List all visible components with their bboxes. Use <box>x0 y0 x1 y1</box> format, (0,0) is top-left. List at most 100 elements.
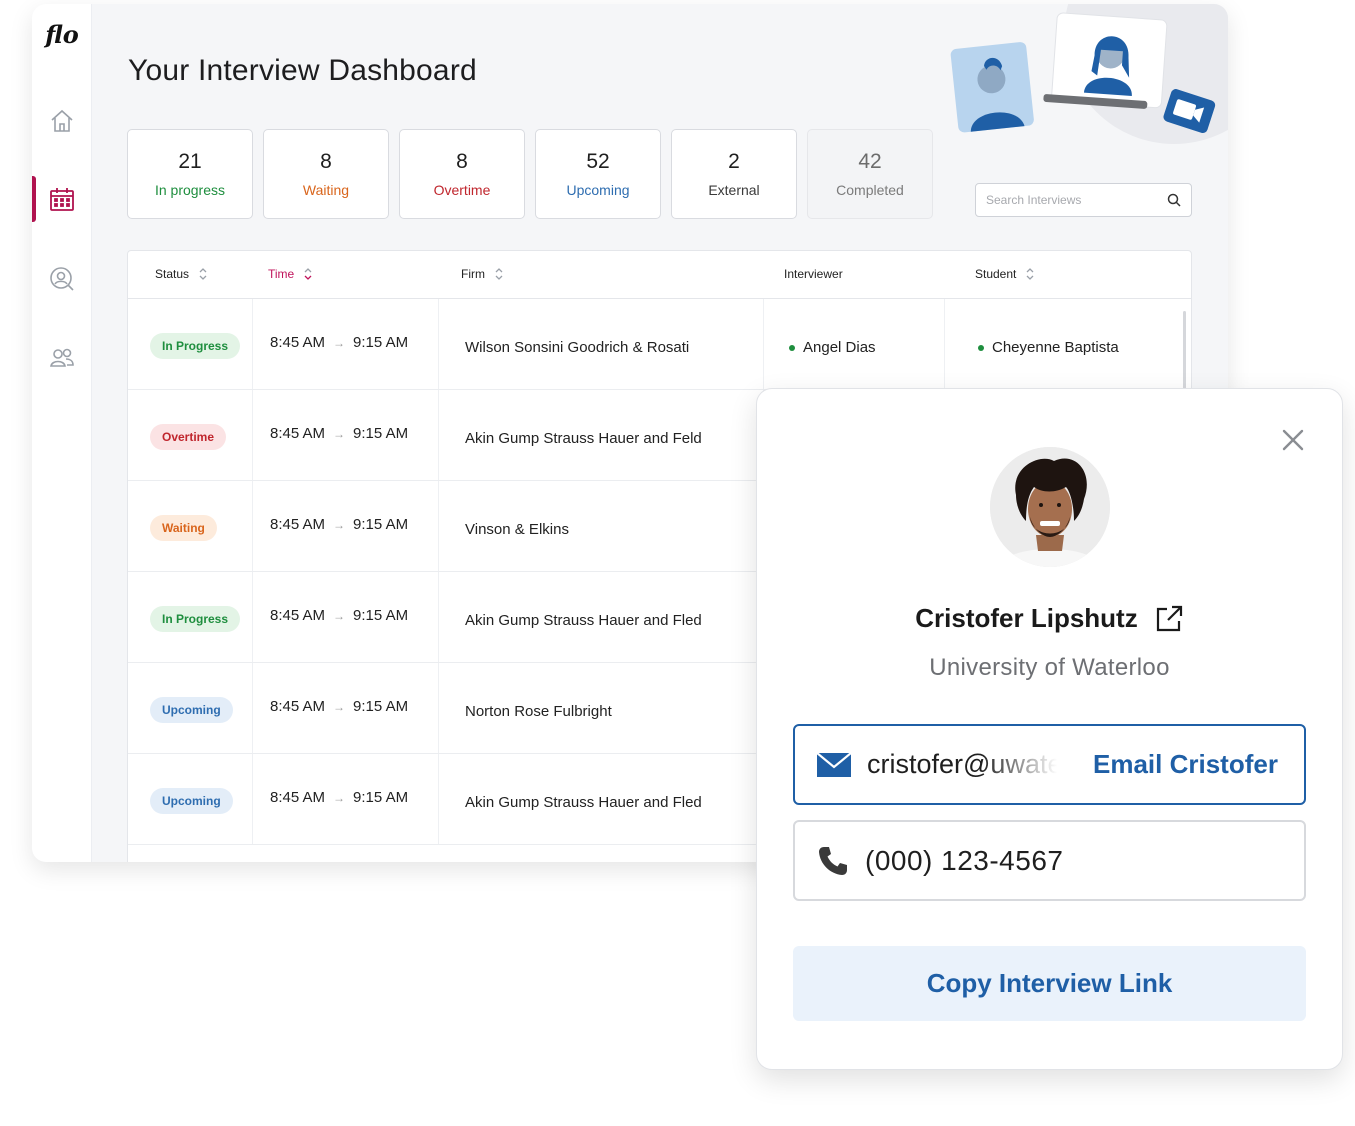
student-profile-card: Cristofer Lipshutz University of Waterlo… <box>756 388 1343 1070</box>
stat-card-overtime[interactable]: 8 Overtime <box>399 129 525 219</box>
video-call-illustration <box>950 4 1228 144</box>
sidebar-item-calendar[interactable] <box>32 176 92 222</box>
stat-count: 2 <box>728 150 740 173</box>
copy-interview-link-button[interactable]: Copy Interview Link <box>793 946 1306 1021</box>
time-range: 8:45 AM → 9:15 AM <box>270 425 408 442</box>
search-box[interactable] <box>975 183 1192 217</box>
stat-label: External <box>708 182 760 198</box>
email-student-link[interactable]: Email Cristofer <box>1093 749 1278 780</box>
end-time: 9:15 AM <box>353 334 409 351</box>
column-header-firm[interactable]: Firm <box>461 267 503 281</box>
status-badge: Overtime <box>150 424 227 450</box>
column-header-time-label: Time <box>268 267 295 281</box>
stat-count: 21 <box>178 150 202 173</box>
sort-icon[interactable] <box>1026 267 1034 281</box>
stat-label: Upcoming <box>566 182 630 198</box>
search-icon[interactable] <box>1167 193 1181 207</box>
start-time: 8:45 AM <box>270 698 326 715</box>
firm-name: Norton Rose Fulbright <box>465 703 612 720</box>
cell-divider <box>438 481 439 571</box>
student-cell[interactable]: Cheyenne Baptista <box>978 339 1119 356</box>
student-name: Cristofer Lipshutz <box>915 603 1138 633</box>
end-time: 9:15 AM <box>353 789 409 806</box>
email-field[interactable]: cristofer@uwaterloo.ca Email Cristofer <box>793 724 1306 805</box>
status-badge: Waiting <box>150 515 217 541</box>
people-icon <box>50 348 74 367</box>
sort-desc-icon[interactable] <box>304 267 312 281</box>
cell-divider <box>438 390 439 480</box>
cell-divider <box>252 663 253 753</box>
cell-divider <box>763 299 764 389</box>
arrow-right-icon: → <box>333 517 346 532</box>
sidebar-item-interviewer[interactable] <box>32 256 92 302</box>
sidebar: flo <box>32 4 92 862</box>
status-badge: In Progress <box>150 606 241 632</box>
time-range: 8:45 AM → 9:15 AM <box>270 607 408 624</box>
stat-card-completed[interactable]: 42 Completed <box>807 129 933 219</box>
stat-label: Completed <box>836 182 904 198</box>
mail-icon <box>817 752 851 777</box>
table-scrollbar[interactable] <box>1183 311 1186 391</box>
cell-divider <box>944 299 945 389</box>
external-link-icon[interactable] <box>1154 604 1184 634</box>
start-time: 8:45 AM <box>270 607 326 624</box>
end-time: 9:15 AM <box>353 607 409 624</box>
start-time: 8:45 AM <box>270 516 326 533</box>
firm-name: Akin Gump Strauss Hauer and Fled <box>465 612 702 629</box>
sort-icon[interactable] <box>199 267 207 281</box>
arrow-right-icon: → <box>333 608 346 623</box>
time-range: 8:45 AM → 9:15 AM <box>270 698 408 715</box>
cell-divider <box>252 390 253 480</box>
table-row[interactable]: In Progress 8:45 AM → 9:15 AM Wilson Sonsini… <box>128 299 1191 390</box>
column-header-interviewer[interactable]: Interviewer <box>784 267 843 281</box>
stat-card-external[interactable]: 2 External <box>671 129 797 219</box>
home-icon <box>51 109 73 132</box>
firm-name: Akin Gump Strauss Hauer and Fled <box>465 794 702 811</box>
time-range: 8:45 AM → 9:15 AM <box>270 789 408 806</box>
firm-name: Wilson Sonsini Goodrich & Rosati <box>465 339 690 356</box>
app-logo[interactable]: flo <box>42 20 82 49</box>
page-title: Your Interview Dashboard <box>128 54 477 87</box>
stat-label: In progress <box>154 182 226 198</box>
end-time: 9:15 AM <box>353 516 409 533</box>
stat-card-in-progress[interactable]: 21 In progress <box>127 129 253 219</box>
cell-divider <box>252 572 253 662</box>
time-range: 8:45 AM → 9:15 AM <box>270 334 408 351</box>
start-time: 8:45 AM <box>270 789 326 806</box>
column-header-status-label: Status <box>155 267 190 281</box>
start-time: 8:45 AM <box>270 425 326 442</box>
stat-card-upcoming[interactable]: 52 Upcoming <box>535 129 661 219</box>
column-header-firm-label: Firm <box>461 267 485 281</box>
arrow-right-icon: → <box>333 790 346 805</box>
cell-divider <box>252 481 253 571</box>
time-range: 8:45 AM → 9:15 AM <box>270 516 408 533</box>
end-time: 9:15 AM <box>353 698 409 715</box>
sidebar-item-people[interactable] <box>32 335 92 381</box>
cell-divider <box>438 754 439 844</box>
stat-card-waiting[interactable]: 8 Waiting <box>263 129 389 219</box>
interviewer-name: Angel Dias <box>803 339 876 356</box>
cell-divider <box>438 663 439 753</box>
stat-count: 8 <box>456 150 468 173</box>
column-header-student[interactable]: Student <box>975 267 1034 281</box>
column-header-time[interactable]: Time <box>268 267 312 281</box>
end-time: 9:15 AM <box>353 425 409 442</box>
status-badge: Upcoming <box>150 788 233 814</box>
search-input[interactable] <box>986 193 1156 207</box>
student-avatar <box>990 447 1110 567</box>
phone-field[interactable]: (000) 123-4567 <box>793 820 1306 901</box>
column-header-status[interactable]: Status <box>155 267 207 281</box>
sidebar-item-home[interactable] <box>32 98 92 144</box>
cell-divider <box>438 299 439 389</box>
sort-icon[interactable] <box>495 267 503 281</box>
online-status-icon <box>978 344 984 351</box>
student-school: University of Waterloo <box>929 654 1170 681</box>
close-icon[interactable] <box>1280 427 1306 453</box>
firm-name: Vinson & Elkins <box>465 521 569 538</box>
status-badge: In Progress <box>150 333 241 359</box>
cell-divider <box>438 572 439 662</box>
table-header: Status Time Firm Interviewer Student <box>128 251 1191 299</box>
calendar-icon <box>50 188 74 211</box>
interviewer-cell[interactable]: Angel Dias <box>789 339 876 356</box>
student-name: Cheyenne Baptista <box>992 339 1119 356</box>
